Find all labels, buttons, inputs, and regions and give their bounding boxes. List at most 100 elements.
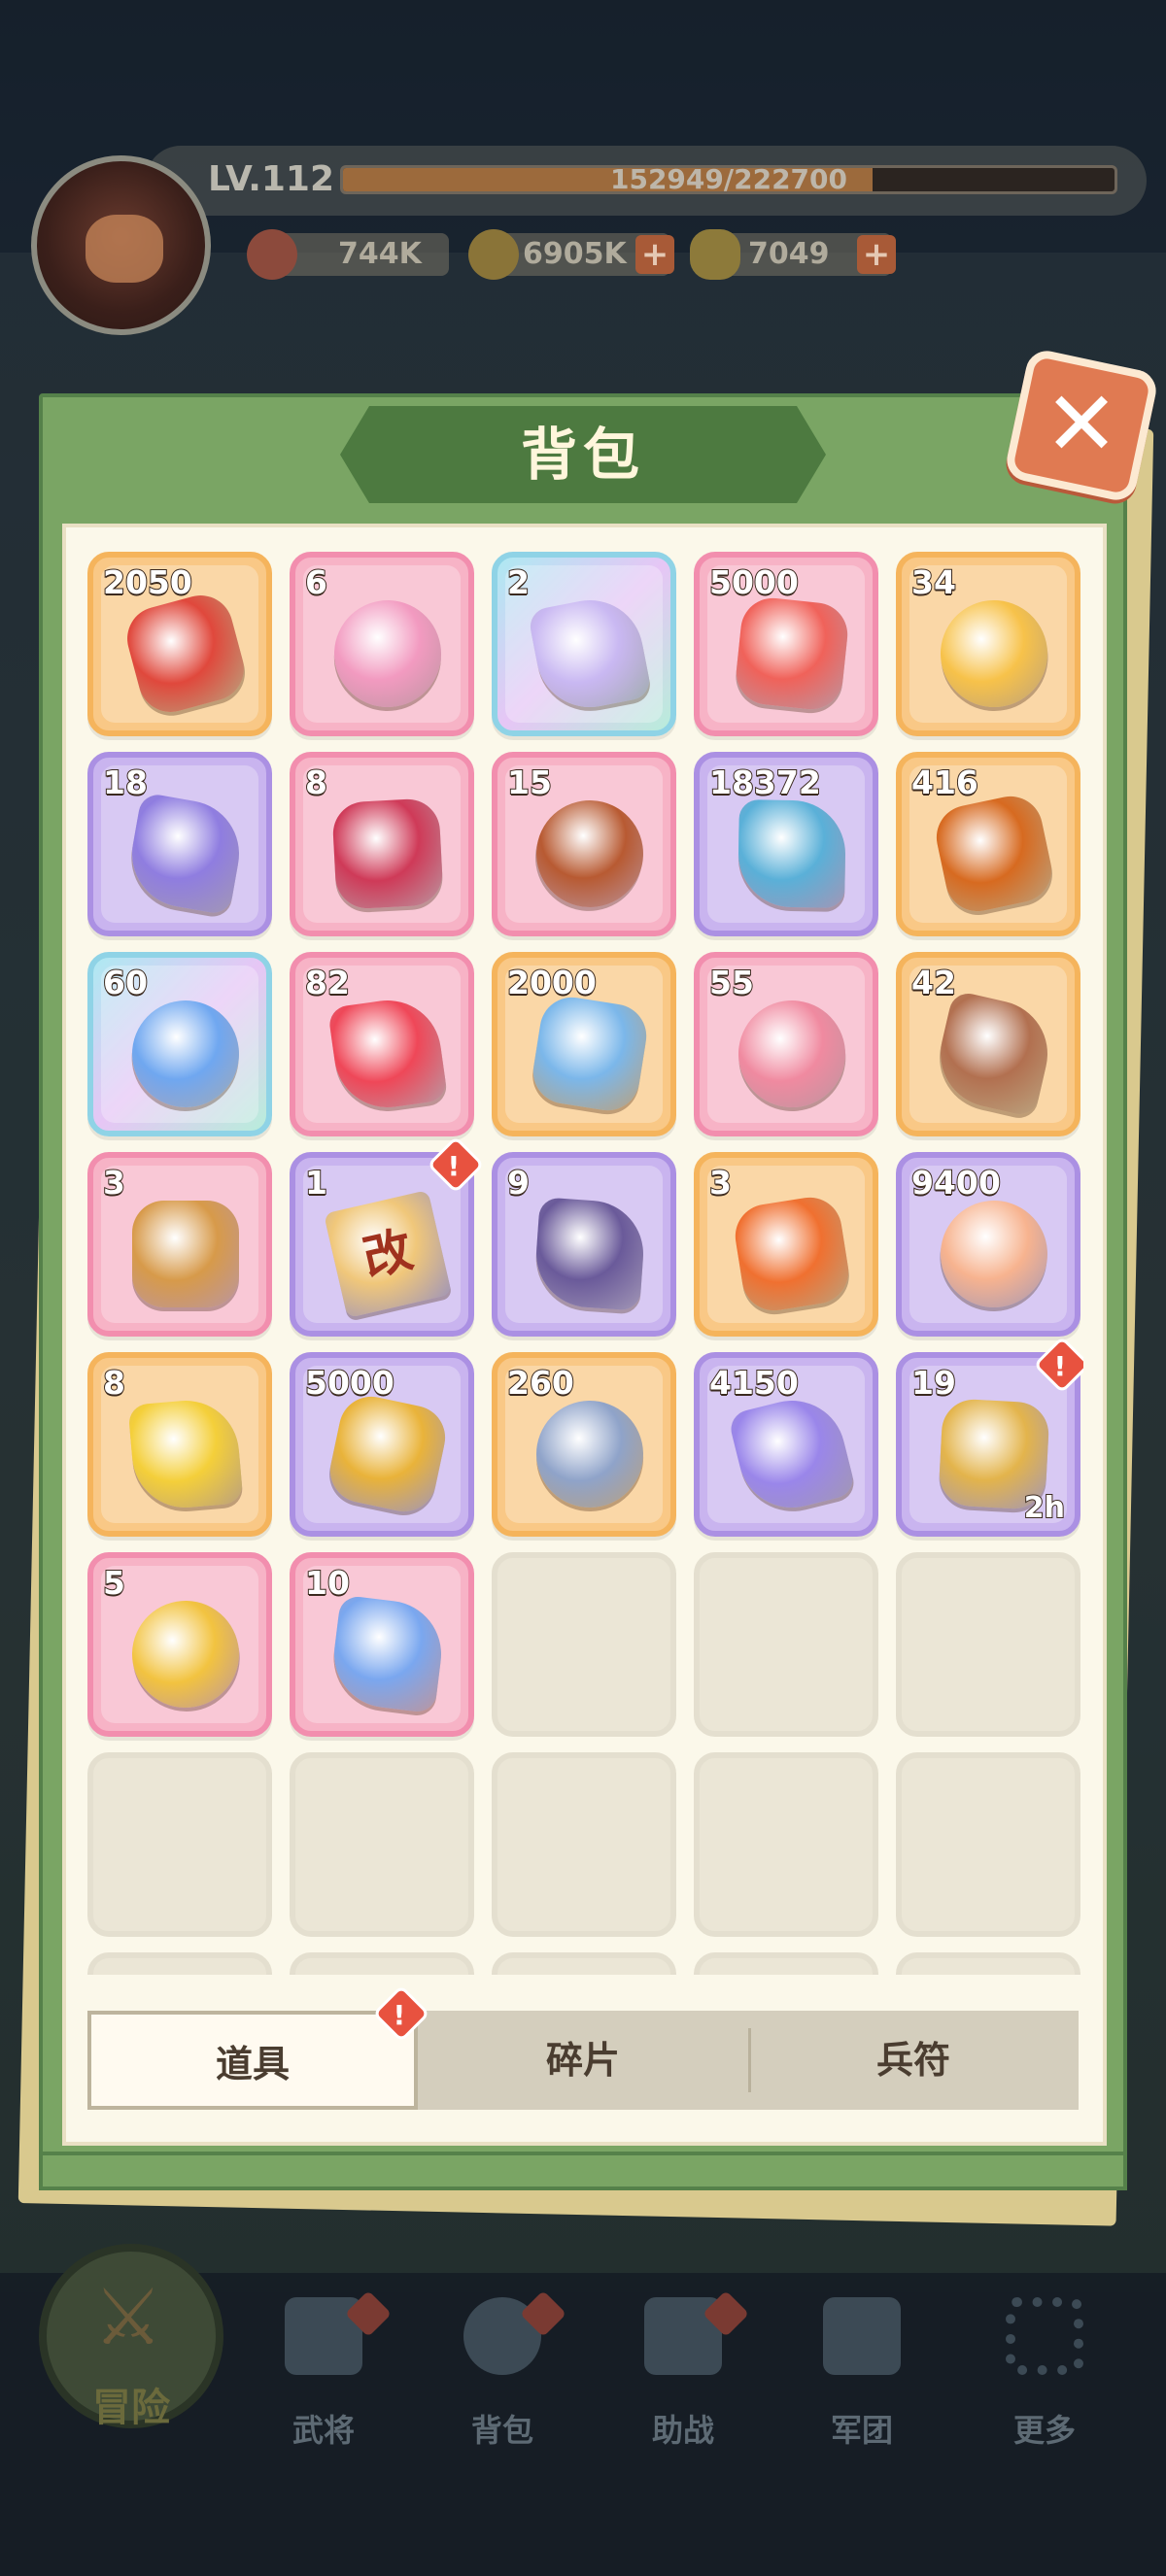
item-slot[interactable]: 3 xyxy=(87,1152,272,1337)
empty-slot xyxy=(694,1752,878,1937)
item-slot[interactable]: 55 xyxy=(694,952,878,1136)
item-quantity: 3 xyxy=(708,1163,733,1203)
red-crystal-icon xyxy=(733,594,851,713)
empty-slot xyxy=(87,1752,272,1937)
nav-label: 更多 xyxy=(1012,2412,1076,2449)
item-slot[interactable]: 2050 xyxy=(87,552,272,736)
nav-legion[interactable]: 军团 xyxy=(789,2297,935,2449)
item-quantity: 19 xyxy=(910,1363,957,1403)
ingot-display: 7049 + xyxy=(690,229,896,280)
power-display: 744K xyxy=(247,229,449,280)
banner-icon xyxy=(823,2297,901,2375)
item-slot[interactable]: 4150 xyxy=(694,1352,878,1537)
item-slot[interactable]: 42 xyxy=(896,952,1080,1136)
item-quantity: 2000 xyxy=(506,963,598,1002)
empty-slot xyxy=(896,1752,1080,1937)
panel-title: 背包 xyxy=(520,422,645,488)
item-quantity: 5 xyxy=(102,1563,126,1603)
item-quantity: 3 xyxy=(102,1163,126,1203)
tab-fragments[interactable]: 碎片 xyxy=(418,2011,748,2110)
item-slot[interactable]: 6 xyxy=(290,552,474,736)
crossed-swords-icon xyxy=(247,229,297,280)
nav-adventure[interactable]: ⚔ 冒险 xyxy=(39,2244,223,2430)
item-slot[interactable]: 15 xyxy=(492,752,676,936)
empty-slot xyxy=(492,1552,676,1737)
tab-tokens[interactable]: 兵符 xyxy=(748,2011,1079,2110)
item-quantity: 82 xyxy=(304,963,351,1002)
panel-bottom-border xyxy=(39,2152,1127,2190)
item-quantity: 8 xyxy=(304,763,328,802)
item-quantity: 34 xyxy=(910,562,957,602)
close-icon: ✕ xyxy=(1044,372,1119,476)
item-slot[interactable]: 5000 xyxy=(290,1352,474,1537)
power-value: 744K xyxy=(338,237,422,271)
close-button[interactable]: ✕ xyxy=(1003,347,1160,504)
nav-label: 助战 xyxy=(651,2412,714,2449)
item-slot[interactable]: 8 xyxy=(87,1352,272,1537)
item-slot[interactable]: 5000 xyxy=(694,552,878,736)
item-timer: 2h xyxy=(1023,1490,1066,1526)
item-quantity: 15 xyxy=(506,763,553,802)
item-quantity: 4150 xyxy=(708,1363,800,1403)
category-tabs: 道具 碎片 兵符 xyxy=(87,2011,1079,2110)
item-grid: 2050 6 2 5000 34 18 8 15 18372 416 60 82 2000 55 42 3 改 1… xyxy=(87,552,1083,1975)
item-quantity: 60 xyxy=(102,963,149,1002)
item-quantity: 260 xyxy=(506,1363,575,1403)
item-slot[interactable]: 2000 xyxy=(492,952,676,1136)
item-slot[interactable]: 10 xyxy=(290,1552,474,1737)
item-quantity: 10 xyxy=(304,1563,351,1603)
add-coin-button[interactable]: + xyxy=(635,235,674,274)
item-quantity: 2050 xyxy=(102,562,193,602)
coin-value: 6905K xyxy=(523,237,627,271)
winged-flower-emblem-icon xyxy=(132,1201,239,1307)
item-quantity: 2 xyxy=(506,562,531,602)
empty-slot xyxy=(492,1952,676,1975)
item-slot[interactable]: 3 xyxy=(694,1152,878,1337)
tab-items[interactable]: 道具 xyxy=(87,2011,418,2110)
item-slot[interactable]: 8 xyxy=(290,752,474,936)
item-slot[interactable]: 416 xyxy=(896,752,1080,936)
coin-icon xyxy=(468,229,519,280)
item-slot[interactable]: 2 xyxy=(492,552,676,736)
item-slot[interactable]: 82 xyxy=(290,952,474,1136)
nav-label: 冒险 xyxy=(92,2386,170,2430)
avatar[interactable] xyxy=(31,155,211,335)
nav-label: 武将 xyxy=(292,2412,355,2449)
item-quantity: 42 xyxy=(910,963,957,1002)
item-slot[interactable]: 9400 xyxy=(896,1152,1080,1337)
item-slot[interactable]: 18 xyxy=(87,752,272,936)
item-quantity: 18 xyxy=(102,763,149,802)
item-slot[interactable]: 19 2h! xyxy=(896,1336,1083,1537)
empty-slot xyxy=(896,1952,1080,1975)
item-alert-badge: ! xyxy=(427,1135,485,1194)
empty-slot xyxy=(290,1752,474,1937)
player-level: LV.112 xyxy=(208,159,335,199)
item-slot[interactable]: 改 1! xyxy=(290,1135,485,1337)
item-slot[interactable]: 5 xyxy=(87,1552,272,1737)
item-slot[interactable]: 60 xyxy=(87,952,272,1136)
ruby-orb-icon xyxy=(331,797,444,910)
item-slot[interactable]: 260 xyxy=(492,1352,676,1537)
grid-icon xyxy=(1006,2297,1083,2375)
avatar-face xyxy=(86,215,163,283)
item-quantity: 9 xyxy=(506,1163,531,1203)
item-quantity: 1 xyxy=(304,1163,328,1203)
item-quantity: 5000 xyxy=(708,562,800,602)
item-quantity: 55 xyxy=(708,963,755,1002)
item-slot[interactable]: 18372 xyxy=(694,752,878,936)
nav-more[interactable]: 更多 xyxy=(972,2297,1117,2449)
gold-ingot-icon xyxy=(690,229,740,280)
xp-text: 152949/222700 xyxy=(609,165,847,194)
xp-bar: 152949/222700 xyxy=(340,165,1117,194)
item-quantity: 5000 xyxy=(304,1363,395,1403)
item-slot[interactable]: 34 xyxy=(896,552,1080,736)
item-quantity: 18372 xyxy=(708,763,822,802)
nav-label: 军团 xyxy=(830,2412,893,2449)
rename-card-label: 改 xyxy=(358,1221,418,1287)
item-slot[interactable]: 9 xyxy=(492,1152,676,1337)
empty-slot xyxy=(694,1552,878,1737)
item-quantity: 8 xyxy=(102,1363,126,1403)
empty-slot xyxy=(290,1952,474,1975)
item-quantity: 9400 xyxy=(910,1163,1002,1203)
add-ingot-button[interactable]: + xyxy=(857,235,896,274)
